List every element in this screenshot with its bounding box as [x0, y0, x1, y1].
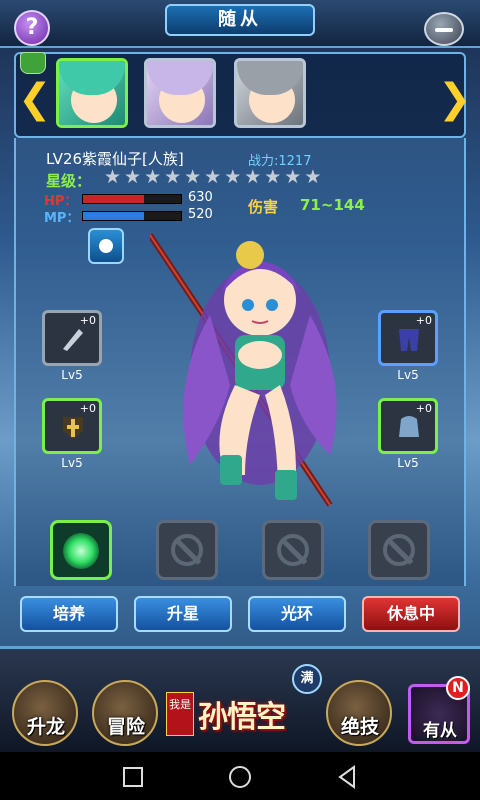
next-arrow-icon[interactable]: ❯ [438, 76, 472, 122]
train-button[interactable]: 培养 [20, 596, 118, 632]
companion-artwork [150, 233, 337, 507]
locked-icon [171, 534, 203, 566]
logo-small-text: 我是 [166, 692, 194, 736]
skill-slot-3[interactable] [262, 520, 324, 580]
star-label: 星级： [46, 172, 92, 190]
amulet-level: Lv5 [61, 456, 83, 470]
mp-bar [82, 211, 182, 221]
bag-icon[interactable] [20, 52, 46, 74]
cross-shield-icon [63, 417, 83, 439]
skill-nav-label: 绝技 [340, 716, 379, 738]
game-screen: 随从 ? ❮ ❯ LV26紫霞仙子[人族] 战力:1217 星级： ★★★★★★… [0, 0, 480, 800]
skill-slot-4[interactable] [368, 520, 430, 580]
helmet-level: Lv5 [397, 456, 419, 470]
weapon-level: Lv5 [61, 368, 83, 382]
portrait-view-button[interactable] [88, 228, 124, 264]
page-title: 随从 [165, 4, 315, 36]
companion-portrait-1[interactable] [56, 58, 128, 128]
prev-arrow-icon[interactable]: ❮ [18, 76, 52, 122]
skill-slot-1[interactable] [50, 520, 112, 580]
help-button[interactable]: ? [14, 10, 50, 46]
helmet-slot[interactable]: +0 [378, 398, 438, 454]
home-icon[interactable] [225, 762, 255, 792]
game-logo: 我是 孙悟空 [160, 686, 320, 742]
hp-bar-fill [83, 195, 144, 203]
companion-portrait-3[interactable] [234, 58, 306, 128]
hp-row: HP： 630 [44, 190, 230, 209]
back-icon[interactable] [332, 762, 362, 792]
companion-nav-label: 有从 [423, 721, 457, 741]
damage-label: 伤害 [248, 198, 279, 216]
hp-bar [82, 194, 182, 204]
skill-slot-2[interactable] [156, 520, 218, 580]
aura-button[interactable]: 光环 [248, 596, 346, 632]
hp-value: 630 [188, 190, 213, 205]
armor-slot[interactable]: +0 [378, 310, 438, 366]
star-up-button[interactable]: 升星 [134, 596, 232, 632]
wind-skill-icon [63, 533, 99, 569]
resting-button[interactable]: 休息中 [362, 596, 460, 632]
pants-icon [399, 329, 419, 351]
damage-value: 71~144 [300, 196, 365, 214]
mp-label: MP： [44, 211, 80, 226]
mp-row: MP： 520 [44, 207, 230, 226]
mp-value: 520 [188, 207, 213, 222]
adventure-nav-label: 冒险 [106, 716, 145, 738]
dragon-nav-label: 升龙 [26, 716, 65, 738]
companion-portrait-2[interactable] [144, 58, 216, 128]
weapon-slot[interactable]: +0 [42, 310, 102, 366]
full-badge: 满 [292, 664, 322, 694]
armor-vest-icon [399, 416, 419, 437]
armor-level: Lv5 [397, 368, 419, 382]
close-button[interactable] [424, 12, 464, 46]
mp-bar-fill [83, 212, 144, 220]
locked-icon [277, 534, 309, 566]
amulet-slot[interactable]: +0 [42, 398, 102, 454]
star-rating: ★★★★★★★★★★★ [104, 166, 325, 188]
locked-icon [383, 534, 415, 566]
sword-icon [63, 329, 83, 351]
logo-title: 孙悟空 [198, 700, 286, 735]
recents-icon[interactable] [118, 762, 148, 792]
new-badge: N [446, 676, 470, 700]
